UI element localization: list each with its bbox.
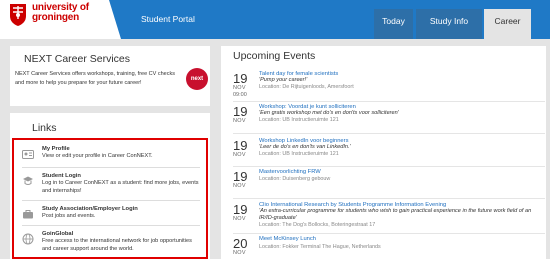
- event-day: 19: [233, 71, 248, 86]
- event-desc: 'An extra-curricular programme for stude…: [259, 208, 532, 221]
- event-item: 19 NOV Workshop LinkedIn voor beginners …: [233, 138, 545, 168]
- career-services-title: NEXT Career Services: [24, 53, 131, 65]
- logo-text: university of groningen: [32, 3, 89, 23]
- link-name[interactable]: Study Association/Employer Login: [42, 206, 138, 212]
- event-location: Location: Fokker Terminal The Hague, Net…: [259, 244, 381, 250]
- event-location: Location: The Dog's Bollocks, Boteringes…: [259, 222, 376, 228]
- divider: [233, 166, 545, 167]
- tab-study-info[interactable]: Study Info: [416, 9, 482, 39]
- event-day: 19: [233, 169, 248, 184]
- link-name[interactable]: Student Login: [42, 173, 81, 179]
- link-desc: View or edit your profile in Career ConN…: [42, 153, 153, 159]
- event-day: 20: [233, 236, 248, 251]
- event-item: 19 NOV Clio International Research by St…: [233, 202, 545, 236]
- link-desc: Log in to Career ConNEXT as a student: f…: [42, 180, 199, 194]
- event-day: 19: [233, 202, 248, 217]
- link-name[interactable]: My Profile: [42, 146, 70, 152]
- career-services-panel: NEXT Career Services NEXT Career Service…: [10, 46, 210, 106]
- divider: [233, 233, 545, 234]
- next-logo[interactable]: next: [186, 68, 208, 90]
- event-desc: 'Pump your career!': [259, 77, 308, 83]
- event-item: 19 NOV 09:00 Talent day for female scien…: [233, 71, 545, 105]
- tab-career[interactable]: Career: [484, 9, 531, 39]
- briefcase-icon: [23, 210, 33, 219]
- tab-today[interactable]: Today: [374, 9, 413, 39]
- event-item: 19 NOV Mastervoorlichting FRW Location: …: [233, 169, 545, 199]
- event-month: NOV: [233, 250, 246, 256]
- logo-line-2: groningen: [32, 12, 80, 23]
- divider: [22, 167, 200, 168]
- events-title: Upcoming Events: [233, 50, 316, 62]
- event-time: 09:00: [233, 92, 247, 98]
- event-desc: 'Leer de do's en don'ts van LinkedIn.': [259, 144, 351, 150]
- event-desc: 'Een gratis workshop met do's en don'ts …: [259, 110, 399, 116]
- link-name[interactable]: GoinGlobal: [42, 231, 73, 237]
- event-month: NOV: [233, 152, 246, 158]
- event-location: Location: UB Instructieruimte 121: [259, 151, 339, 157]
- event-month: NOV: [233, 118, 246, 124]
- nav-bar: Student Portal Today Study Info Career: [109, 0, 550, 39]
- event-item: 19 NOV Workshop: Voordat je kunt sollici…: [233, 104, 545, 134]
- event-day: 19: [233, 138, 248, 153]
- divider: [233, 101, 545, 102]
- event-title[interactable]: Mastervoorlichting FRW: [259, 169, 321, 175]
- event-month: NOV: [233, 216, 246, 222]
- crest-icon: [10, 4, 26, 26]
- event-day: 19: [233, 104, 248, 119]
- event-location: Location: UB Instructieruimte 121: [259, 117, 339, 123]
- link-desc: Free access to the international network…: [42, 238, 192, 252]
- event-location: Location: De Rijtuigenloods, Amersfoort: [259, 84, 354, 90]
- event-item: 20 NOV Meet McKinsey Lunch Location: Fok…: [233, 236, 545, 259]
- event-month: NOV: [233, 85, 246, 91]
- career-services-text: NEXT Career Services offers workshops, t…: [15, 71, 175, 86]
- divider: [233, 198, 545, 199]
- top-header: university of groningen Student Portal T…: [0, 0, 550, 39]
- links-title: Links: [32, 122, 57, 134]
- id-card-icon: [22, 150, 34, 159]
- links-list: My Profile View or edit your profile in …: [12, 138, 208, 259]
- event-location: Location: Duisenberg gebouw: [259, 176, 331, 182]
- globe-icon: [22, 233, 34, 245]
- graduate-icon: [23, 176, 33, 185]
- divider: [233, 133, 545, 134]
- event-month: NOV: [233, 183, 246, 189]
- university-logo[interactable]: university of groningen: [0, 0, 121, 39]
- divider: [22, 200, 200, 201]
- divider: [22, 225, 200, 226]
- portal-title[interactable]: Student Portal: [141, 14, 195, 24]
- event-title[interactable]: Meet McKinsey Lunch: [259, 236, 316, 242]
- link-desc: Post jobs and events.: [42, 213, 96, 219]
